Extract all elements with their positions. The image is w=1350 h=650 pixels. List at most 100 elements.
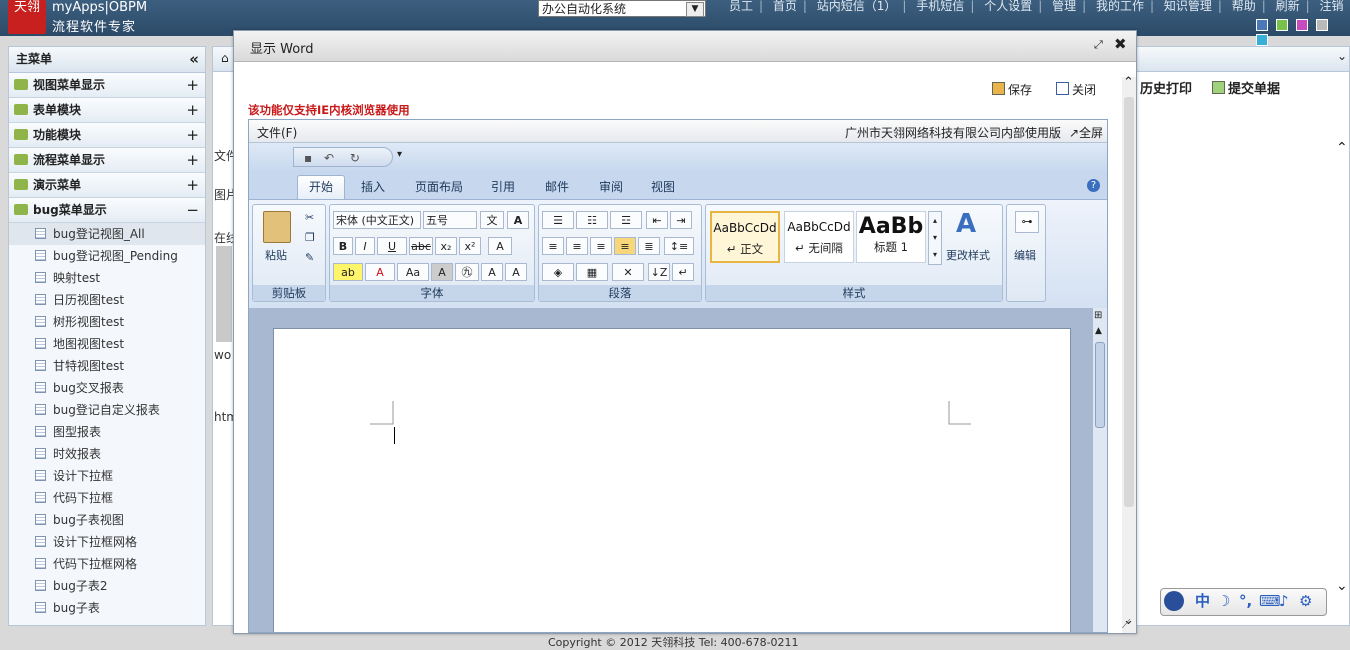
nav-my-work[interactable]: 我的工作 [1096, 0, 1144, 13]
font-size-select[interactable]: 五号 [423, 211, 477, 229]
align-left-icon[interactable]: ≡ [542, 237, 564, 255]
cut-icon[interactable]: ✂ [305, 211, 314, 224]
format-painter-icon[interactable]: ✎ [305, 251, 314, 264]
line-spacing-icon[interactable]: ↕≡ [664, 237, 694, 255]
styles-scroll[interactable]: ▴ ▾ ▾ [928, 211, 942, 265]
history-print-button[interactable]: 历史打印 [1140, 78, 1192, 97]
ruler-toggle-icon[interactable]: ⊞ [1094, 310, 1102, 321]
close-icon[interactable]: ✖ [1114, 35, 1127, 53]
document-scrollbar[interactable]: ⊞ ▲ [1093, 308, 1107, 632]
sidebar-item[interactable]: bug子表2 [9, 575, 205, 597]
document-page[interactable] [273, 328, 1071, 632]
scroll-up-icon[interactable]: ▲ [1095, 326, 1102, 336]
moon-icon[interactable]: ☽ [1217, 589, 1230, 613]
style-normal[interactable]: AaBbCcDd ↵ 正文 [710, 211, 780, 263]
expand-icon[interactable]: + [186, 148, 199, 172]
sidebar-item[interactable]: 图型报表 [9, 421, 205, 443]
theme-swatch[interactable] [1276, 19, 1288, 31]
tab-insert[interactable]: 插入 [361, 178, 385, 195]
subscript-icon[interactable]: x₂ [435, 237, 457, 255]
change-styles-icon[interactable]: A [956, 209, 976, 239]
theme-swatch[interactable] [1316, 19, 1328, 31]
keyboard-icon[interactable]: ⌨ [1259, 589, 1281, 613]
close-button[interactable]: 关闭 [1056, 81, 1096, 98]
superscript-icon[interactable]: x² [459, 237, 481, 255]
increase-indent-icon[interactable]: ⇥ [670, 211, 692, 229]
sidebar-item[interactable]: 设计下拉框网格 [9, 531, 205, 553]
theme-swatch[interactable] [1296, 19, 1308, 31]
maximize-icon[interactable]: ⤢ [1094, 38, 1103, 52]
redo-icon[interactable]: ↻ [350, 151, 360, 165]
bold-icon[interactable]: B [333, 237, 353, 255]
scroll-thumb[interactable] [1124, 97, 1134, 507]
nav-messages[interactable]: 站内短信（1） [817, 0, 897, 13]
sidebar-item[interactable]: 甘特视图test [9, 355, 205, 377]
tab-view[interactable]: 视图 [651, 178, 675, 195]
strikethrough-icon[interactable]: abc [409, 237, 433, 255]
align-center-icon[interactable]: ≡ [566, 237, 588, 255]
resize-grip-icon[interactable]: ⟋ [1122, 617, 1130, 632]
sidebar-item[interactable]: 代码下拉框 [9, 487, 205, 509]
sidebar-section-form-module[interactable]: 表单模块 + [9, 98, 205, 123]
nav-logout[interactable]: 注销 [1320, 0, 1344, 13]
multilevel-list-icon[interactable]: ☲ [610, 211, 642, 229]
sidebar-item[interactable]: 地图视图test [9, 333, 205, 355]
sidebar-item[interactable]: bug登记视图_All [9, 223, 205, 245]
clear-format-icon[interactable]: A [488, 237, 512, 255]
sidebar-item[interactable]: bug子表视图 [9, 509, 205, 531]
dialog-titlebar[interactable]: 显示 Word ⤢ ✖ [234, 31, 1136, 62]
style-no-spacing[interactable]: AaBbCcDd ↵ 无间隔 [784, 211, 854, 263]
font-color-icon[interactable]: A [365, 263, 395, 281]
tabs-menu-icon[interactable]: ⌄ [1337, 49, 1347, 63]
chevron-up-icon[interactable]: ⌃ [1336, 140, 1348, 156]
collapse-section-icon[interactable]: − [186, 198, 199, 222]
page-scrollbar[interactable]: ⌃ ⌄ [1336, 140, 1350, 600]
nav-help[interactable]: 帮助 [1232, 0, 1256, 13]
sidebar-item[interactable]: bug子表 [9, 597, 205, 619]
char-shading-icon[interactable]: A [431, 263, 453, 281]
tab-references[interactable]: 引用 [491, 178, 515, 195]
sidebar-item[interactable]: 树形视图test [9, 311, 205, 333]
borders-icon[interactable]: ▦ [576, 263, 608, 281]
copy-icon[interactable]: ❐ [305, 231, 315, 244]
chevron-up-icon[interactable]: ⌃ [1123, 75, 1134, 90]
chinese-layout-icon[interactable]: ✕ [612, 263, 644, 281]
sidebar-item[interactable]: 代码下拉框网格 [9, 553, 205, 575]
nav-refresh[interactable]: 刷新 [1276, 0, 1300, 13]
submit-form-button[interactable]: 提交单据 [1212, 78, 1280, 97]
ime-logo-icon[interactable] [1164, 591, 1184, 611]
sidebar-item[interactable]: bug登记视图_Pending [9, 245, 205, 267]
punctuation-icon[interactable]: °, [1239, 589, 1252, 613]
sidebar-item[interactable]: bug交叉报表 [9, 377, 205, 399]
expand-icon[interactable]: + [186, 73, 199, 97]
tab-mailings[interactable]: 邮件 [545, 178, 569, 195]
tab-page-layout[interactable]: 页面布局 [415, 178, 463, 195]
expand-icon[interactable]: + [186, 173, 199, 197]
chevron-down-icon[interactable]: ▼ [686, 2, 704, 17]
sidebar-item[interactable]: 日历视图test [9, 289, 205, 311]
font-name-select[interactable]: 宋体 (中文正文) [333, 211, 421, 229]
chevron-down-icon[interactable]: ⌄ [1336, 578, 1348, 594]
sidebar-section-bug-menu[interactable]: bug菜单显示 − [9, 198, 205, 223]
tab-review[interactable]: 审阅 [599, 178, 623, 195]
change-case-icon[interactable]: Aa [397, 263, 429, 281]
sidebar-item[interactable]: 映射test [9, 267, 205, 289]
nav-manage[interactable]: 管理 [1052, 0, 1076, 13]
tab-home[interactable]: 开始 [297, 175, 345, 200]
undo-icon[interactable]: ↶ [324, 151, 334, 165]
change-styles-button[interactable]: 更改样式 [946, 247, 990, 263]
style-heading-1[interactable]: AaBb 标题 1 [856, 211, 926, 263]
sidebar-section-view-menu[interactable]: 视图菜单显示 + [9, 73, 205, 98]
sort-icon[interactable]: ↓Z [648, 263, 670, 281]
sidebar-section-demo-menu[interactable]: 演示菜单 + [9, 173, 205, 198]
save-icon[interactable]: ▪ [304, 151, 312, 165]
char-border-icon[interactable]: A [507, 211, 529, 229]
nav-employee[interactable]: 员工 [729, 0, 753, 13]
underline-icon[interactable]: U [377, 237, 407, 255]
dialog-scrollbar[interactable]: ⌃ ⌄ [1122, 75, 1136, 633]
numbering-icon[interactable]: ☷ [576, 211, 608, 229]
expand-icon[interactable]: + [186, 123, 199, 147]
home-icon[interactable]: ⌂ [221, 51, 229, 65]
editing-button[interactable]: 编辑 [1014, 247, 1036, 263]
microphone-icon[interactable]: ♪ [1279, 589, 1289, 613]
